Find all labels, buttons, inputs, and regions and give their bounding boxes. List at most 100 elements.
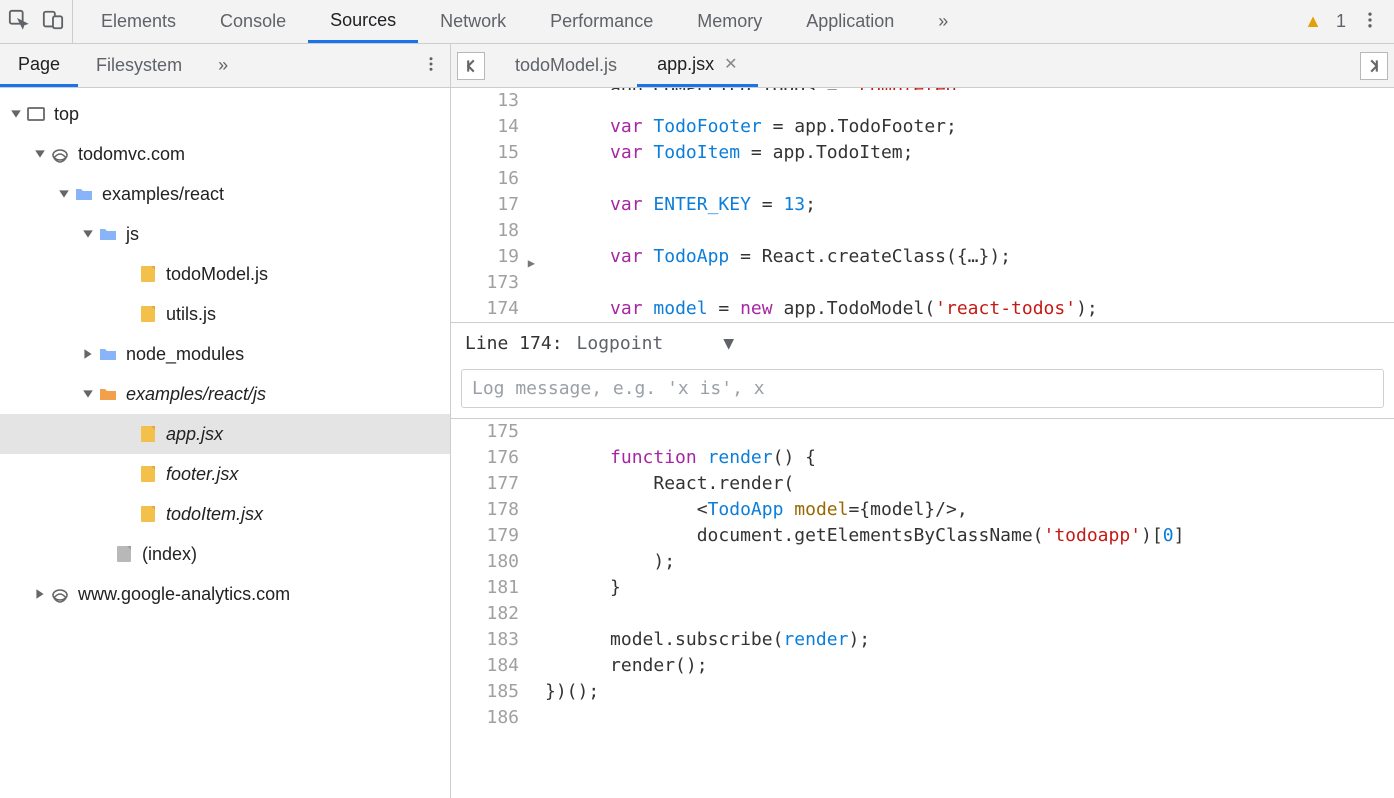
gutter[interactable]: 183: [451, 627, 537, 653]
tab-console[interactable]: Console: [198, 0, 308, 43]
gutter[interactable]: 16: [451, 166, 537, 192]
code-line: [537, 270, 545, 296]
tree-domain-label: todomvc.com: [78, 144, 185, 165]
tab-elements[interactable]: Elements: [79, 0, 198, 43]
nav-next-button[interactable]: [1360, 52, 1388, 80]
tree-folder-node-label: node_modules: [126, 344, 244, 365]
gutter[interactable]: 185: [451, 679, 537, 705]
tabs-overflow[interactable]: »: [916, 0, 970, 43]
tab-application[interactable]: Application: [784, 0, 916, 43]
code-line: [537, 166, 545, 192]
tree-domain2-label: www.google-analytics.com: [78, 584, 290, 605]
code-line: var ENTER_KEY = 13;: [537, 192, 816, 218]
warning-icon[interactable]: ▲: [1304, 11, 1322, 32]
code-line: [537, 218, 545, 244]
nav-prev-button[interactable]: [457, 52, 485, 80]
toolbar-right: ▲ 1: [1290, 10, 1394, 33]
tree-file-todoitem[interactable]: todoItem.jsx: [0, 494, 450, 534]
code-line: render();: [537, 653, 708, 679]
gutter[interactable]: 179: [451, 523, 537, 549]
file-tree: top todomvc.com examples/react js todoMo: [0, 88, 450, 798]
subtab-page[interactable]: Page: [0, 44, 78, 87]
tree-domain2[interactable]: www.google-analytics.com: [0, 574, 450, 614]
tree-file-index[interactable]: (index): [0, 534, 450, 574]
code-line: var TodoItem = app.TodoItem;: [537, 140, 913, 166]
gutter[interactable]: 15: [451, 140, 537, 166]
tree-file-model[interactable]: todoModel.js: [0, 254, 450, 294]
code-line: <TodoApp model={model}/>,: [537, 497, 968, 523]
code-line: );: [537, 549, 675, 575]
file-tab-label: todoModel.js: [515, 55, 617, 76]
gutter[interactable]: 13: [451, 88, 537, 114]
sidebar-header: Page Filesystem »: [0, 44, 450, 88]
code-editor[interactable]: 13 app.COMPLETED_TODOS = 'completed'; 14…: [451, 88, 1394, 798]
gutter[interactable]: 176: [451, 445, 537, 471]
panel-tabs: Elements Console Sources Network Perform…: [79, 0, 970, 43]
breakpoint-type-label: Logpoint: [577, 331, 664, 357]
gutter[interactable]: 178: [451, 497, 537, 523]
tab-memory[interactable]: Memory: [675, 0, 784, 43]
tree-domain[interactable]: todomvc.com: [0, 134, 450, 174]
code-line: [537, 601, 545, 627]
gutter[interactable]: 186: [451, 705, 537, 731]
gutter[interactable]: 174: [451, 296, 537, 322]
close-icon[interactable]: ✕: [724, 54, 737, 74]
tree-file-footer[interactable]: footer.jsx: [0, 454, 450, 494]
code-line: var model = new app.TodoModel('react-tod…: [537, 296, 1098, 322]
sidebar: Page Filesystem » top todomvc.com: [0, 44, 451, 798]
tree-file-app[interactable]: app.jsx: [0, 414, 450, 454]
inspect-element-icon[interactable]: [8, 9, 30, 34]
tree-folder-node[interactable]: node_modules: [0, 334, 450, 374]
gutter[interactable]: 175: [451, 419, 537, 445]
tree-folder-js-label: js: [126, 224, 139, 245]
gutter[interactable]: 182: [451, 601, 537, 627]
more-menu-icon[interactable]: [1360, 10, 1380, 33]
subtab-overflow[interactable]: »: [200, 44, 246, 87]
code-line: app.COMPLETED_TODOS = 'completed';: [537, 88, 979, 90]
tree-file-index-label: (index): [142, 544, 197, 565]
tree-file-utils[interactable]: utils.js: [0, 294, 450, 334]
tree-top-label: top: [54, 104, 79, 125]
logpoint-header: Line 174: Logpoint ▼: [451, 323, 1394, 365]
toolbar-left-icons: [0, 0, 73, 43]
tab-network[interactable]: Network: [418, 0, 528, 43]
gutter[interactable]: 14: [451, 114, 537, 140]
code-line: [537, 705, 545, 731]
gutter[interactable]: 180: [451, 549, 537, 575]
tree-folder-orange[interactable]: examples/react/js: [0, 374, 450, 414]
tree-folder-js[interactable]: js: [0, 214, 450, 254]
tree-file-model-label: todoModel.js: [166, 264, 268, 285]
chevron-down-icon: ▼: [723, 331, 734, 357]
code-line: }: [537, 575, 621, 601]
gutter[interactable]: 173: [451, 270, 537, 296]
tree-folder-examples-label: examples/react: [102, 184, 224, 205]
gutter[interactable]: 181: [451, 575, 537, 601]
tree-top[interactable]: top: [0, 94, 450, 134]
file-tab-label: app.jsx: [657, 54, 714, 75]
gutter[interactable]: 17: [451, 192, 537, 218]
warning-count: 1: [1336, 11, 1346, 32]
tree-file-app-label: app.jsx: [166, 424, 223, 445]
tree-file-utils-label: utils.js: [166, 304, 216, 325]
tree-folder-examples[interactable]: examples/react: [0, 174, 450, 214]
gutter[interactable]: 184: [451, 653, 537, 679]
gutter[interactable]: 18: [451, 218, 537, 244]
file-tab-app[interactable]: app.jsx ✕: [637, 44, 757, 87]
logpoint-input[interactable]: [461, 369, 1384, 408]
gutter[interactable]: 19▶: [451, 244, 537, 270]
tab-sources[interactable]: Sources: [308, 0, 418, 43]
device-toggle-icon[interactable]: [42, 9, 64, 34]
file-tab-todomodel[interactable]: todoModel.js: [495, 44, 637, 87]
tree-file-footer-label: footer.jsx: [166, 464, 238, 485]
editor-area: todoModel.js app.jsx ✕ 13 app.COMPLETED_…: [451, 44, 1394, 798]
devtools-toolbar: Elements Console Sources Network Perform…: [0, 0, 1394, 44]
code-line: document.getElementsByClassName('todoapp…: [537, 523, 1184, 549]
tab-performance[interactable]: Performance: [528, 0, 675, 43]
sidebar-more-icon[interactable]: [412, 55, 450, 76]
code-line: var TodoApp = React.createClass({…});: [537, 244, 1011, 270]
breakpoint-type-select[interactable]: Logpoint ▼: [577, 331, 735, 357]
subtab-filesystem[interactable]: Filesystem: [78, 44, 200, 87]
gutter[interactable]: 177: [451, 471, 537, 497]
tree-file-todoitem-label: todoItem.jsx: [166, 504, 263, 525]
code-line: model.subscribe(render);: [537, 627, 870, 653]
